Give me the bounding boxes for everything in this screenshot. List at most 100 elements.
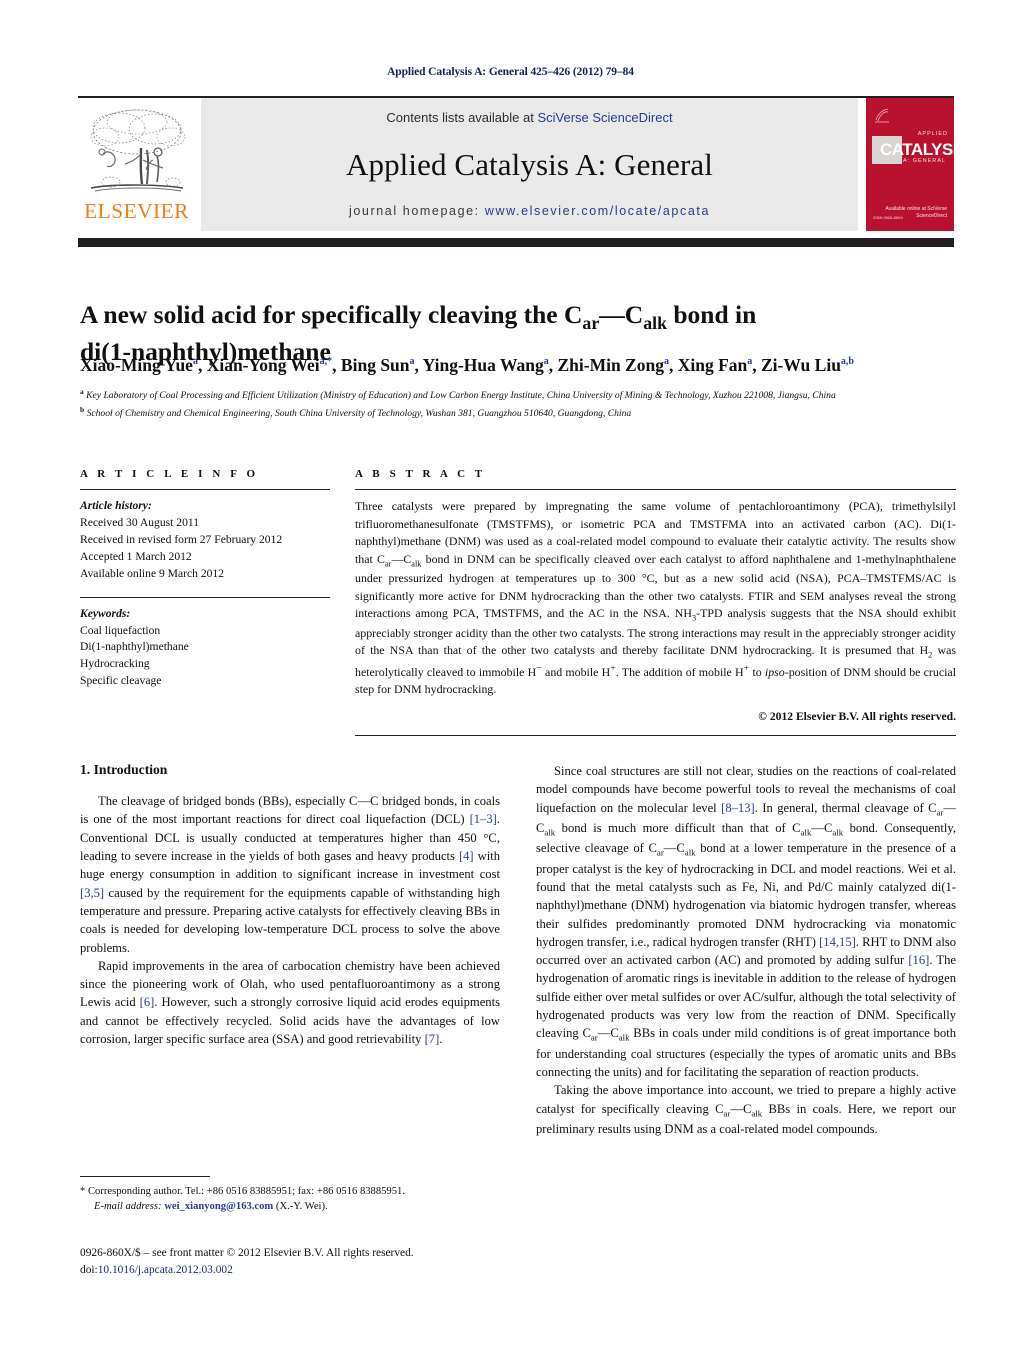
contents-prefix: Contents lists available at xyxy=(386,110,538,125)
paragraph-text: —C xyxy=(730,1101,752,1116)
title-sub-alk: alk xyxy=(643,313,667,334)
masthead-bottom-bar xyxy=(78,238,954,247)
paragraph-text: The cleavage of bridged bonds (BBs), esp… xyxy=(80,794,500,827)
column-gap xyxy=(330,468,355,736)
chem-subscript: ar xyxy=(656,847,664,858)
article-history-item: Received in revised form 27 February 201… xyxy=(80,532,283,546)
abstract-bottom-rule xyxy=(355,734,956,736)
journal-band: Contents lists available at SciVerse Sci… xyxy=(201,98,858,231)
affiliation-text: School of Chemistry and Chemical Enginee… xyxy=(84,408,632,420)
citation-reference[interactable]: [8–13] xyxy=(721,801,755,815)
citation-reference[interactable]: [4] xyxy=(459,849,474,863)
cover-top-label: APPLIED xyxy=(917,131,948,137)
affiliation-item: a Key Laboratory of Coal Processing and … xyxy=(80,386,910,404)
author-name: Xian-Yong Wei xyxy=(206,355,320,375)
journal-homepage-link[interactable]: www.elsevier.com/locate/apcata xyxy=(485,204,710,218)
paragraph-text: —C xyxy=(663,841,685,856)
keyword-item: Di(1-naphthyl)methane xyxy=(80,640,189,654)
citation-reference[interactable]: [16] xyxy=(908,953,929,967)
author-separator: , xyxy=(752,355,761,375)
author-name: Bing Sun xyxy=(340,355,410,375)
paragraph-text: —C xyxy=(597,1026,619,1041)
keyword-item: Hydrocracking xyxy=(80,657,150,671)
affiliation-text: Key Laboratory of Coal Processing and Ef… xyxy=(83,390,836,402)
body-paragraph: The cleavage of bridged bonds (BBs), esp… xyxy=(80,792,500,957)
abstract-part-f: and mobile H xyxy=(541,664,611,679)
introduction-heading: 1. Introduction xyxy=(80,762,168,777)
chem-subscript: alk xyxy=(684,847,696,858)
abstract-sub-alk: alk xyxy=(411,558,422,568)
abstract-column: A B S T R A C T Three catalysts were pre… xyxy=(355,468,956,736)
elsevier-wordmark: ELSEVIER xyxy=(84,199,189,223)
journal-homepage-line: journal homepage: www.elsevier.com/locat… xyxy=(201,204,858,218)
article-info-heading: A R T I C L E I N F O xyxy=(80,468,259,480)
running-head: Applied Catalysis A: General 425–426 (20… xyxy=(387,66,634,78)
cover-issn-mark: ISSN 0926-860X xyxy=(873,215,904,220)
article-page: Applied Catalysis A: General 425–426 (20… xyxy=(0,0,1021,1351)
citation-reference[interactable]: [6] xyxy=(140,995,155,1009)
citation-reference[interactable]: [1–3] xyxy=(470,812,497,826)
abstract-italic-ipso: ipso xyxy=(764,664,785,679)
chem-subscript: alk xyxy=(832,827,844,838)
citation-reference[interactable]: [7] xyxy=(425,1032,440,1046)
author-name: Zhi-Min Zong xyxy=(557,355,664,375)
chem-subscript: alk xyxy=(800,827,812,838)
introduction-left-paragraphs: The cleavage of bridged bonds (BBs), esp… xyxy=(80,792,500,1048)
author-separator: , xyxy=(332,355,341,375)
email-suffix: (X.-Y. Wei). xyxy=(275,1201,328,1213)
cover-main-word: CATALYSIS xyxy=(880,140,954,159)
corresponding-author-note: * Corresponding author. Tel.: +86 0516 8… xyxy=(80,1184,500,1215)
author-affiliation-mark: a,* xyxy=(319,356,333,368)
chem-subscript: alk xyxy=(544,827,556,838)
article-history-item: Accepted 1 March 2012 xyxy=(80,549,192,563)
citation-reference[interactable]: [3,5] xyxy=(80,886,104,900)
article-history-block: Article history: Received 30 August 2011… xyxy=(80,498,330,583)
title-part-2: bond in xyxy=(667,300,757,330)
elsevier-logo: ELSEVIER xyxy=(78,98,195,231)
author-separator: , xyxy=(414,355,423,375)
doi-line: doi:10.1016/j.apcata.2012.03.002 xyxy=(80,1262,520,1279)
body-right-column: Since coal structures are still not clea… xyxy=(536,762,956,1138)
contents-available-line: Contents lists available at SciVerse Sci… xyxy=(386,110,672,125)
doi-link[interactable]: 10.1016/j.apcata.2012.03.002 xyxy=(98,1264,233,1276)
keyword-item: Specific cleavage xyxy=(80,674,162,688)
article-history-item: Received 30 August 2011 xyxy=(80,515,200,529)
body-columns: 1. Introduction The cleavage of bridged … xyxy=(80,762,956,1138)
sciencedirect-link[interactable]: SciVerse ScienceDirect xyxy=(537,110,672,125)
corresponding-author-text: * Corresponding author. Tel.: +86 0516 8… xyxy=(80,1186,405,1197)
paragraph-text: bond is much more difficult than that of… xyxy=(555,820,801,835)
cover-sub-label: A: GENERAL xyxy=(902,158,946,164)
footnote-rule xyxy=(80,1176,210,1177)
introduction-right-paragraphs: Since coal structures are still not clea… xyxy=(536,762,956,1138)
article-history-label: Article history: xyxy=(80,499,152,512)
author-affiliation-mark: a,b xyxy=(840,356,854,368)
abstract-copyright: © 2012 Elsevier B.V. All rights reserved… xyxy=(758,709,956,723)
keywords-block: Keywords: Coal liquefaction Di(1-naphthyl… xyxy=(80,606,330,691)
paragraph-text: bond at a lower temperature in the prese… xyxy=(536,841,956,949)
chem-subscript: alk xyxy=(751,1108,763,1119)
author-name: Xiao-Ming Yue xyxy=(80,355,193,375)
article-info-column: A R T I C L E I N F O Article history: R… xyxy=(80,468,330,736)
article-history-item: Available online 9 March 2012 xyxy=(80,566,225,580)
journal-cover-image: APPLIED CATALYSIS A: GENERAL Available o… xyxy=(866,98,954,231)
author-name: Ying-Hua Wang xyxy=(422,355,544,375)
abstract-heading: A B S T R A C T xyxy=(355,468,486,480)
keywords-rule xyxy=(80,596,330,598)
abstract-part-h: to xyxy=(749,664,765,679)
footnote-block: * Corresponding author. Tel.: +86 0516 8… xyxy=(80,1176,500,1215)
abstract-part-g: . The addition of mobile H xyxy=(615,664,744,679)
affiliation-item: b School of Chemistry and Chemical Engin… xyxy=(80,404,910,422)
article-info-rule xyxy=(80,489,330,490)
journal-title: Applied Catalysis A: General xyxy=(346,147,713,182)
email-link[interactable]: wei_xianyong@163.com xyxy=(164,1201,273,1212)
citation-reference[interactable]: [14,15] xyxy=(819,935,856,949)
abstract-text: Three catalysts were prepared by impregn… xyxy=(355,498,956,699)
body-paragraph: Since coal structures are still not clea… xyxy=(536,762,956,1081)
paragraph-text: —C xyxy=(811,820,833,835)
article-history-items: Received 30 August 2011 Received in revis… xyxy=(80,515,330,583)
author-separator: , xyxy=(197,355,207,375)
body-column-gap xyxy=(500,762,536,1138)
elsevier-tree-icon xyxy=(85,104,189,200)
homepage-prefix: journal homepage: xyxy=(349,204,485,218)
keywords-label: Keywords: xyxy=(80,606,131,620)
